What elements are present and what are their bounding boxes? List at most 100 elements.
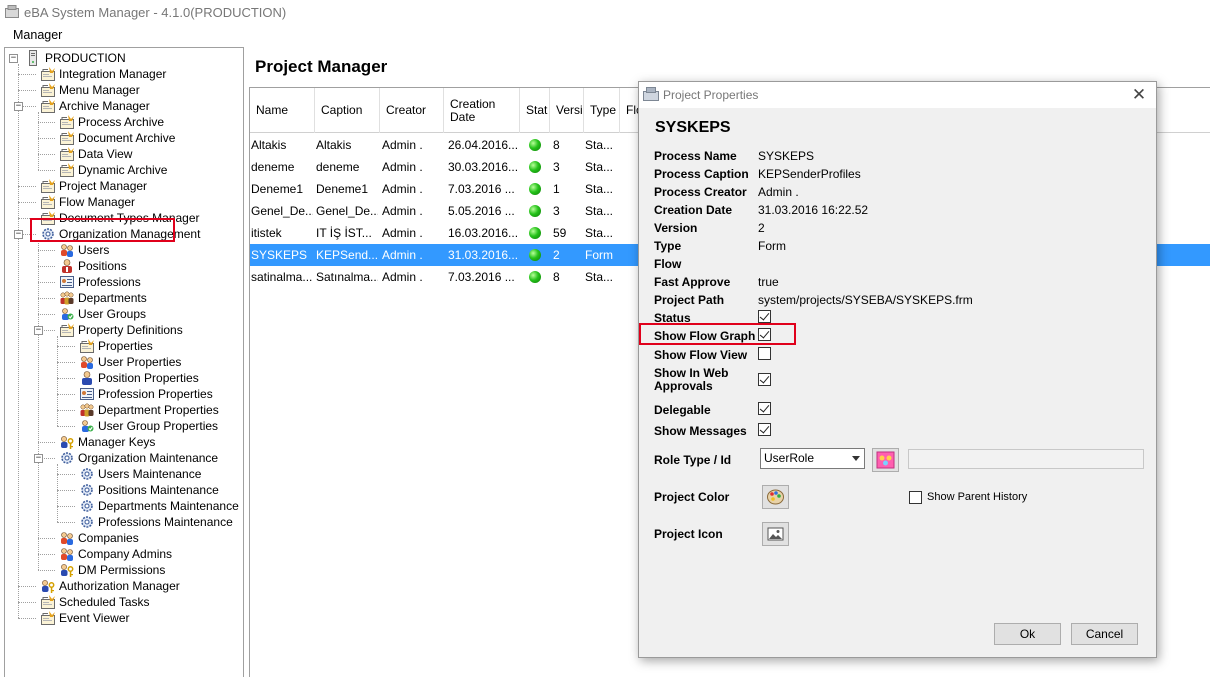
tree-item-company-admins[interactable]: Company Admins bbox=[5, 546, 243, 562]
project-color-button[interactable] bbox=[762, 485, 789, 509]
folder-icon bbox=[59, 130, 75, 146]
tree-item-project-manager[interactable]: Project Manager bbox=[5, 178, 243, 194]
collapse-icon[interactable]: − bbox=[34, 326, 43, 335]
tree-guide-line bbox=[18, 186, 36, 187]
column-header-stat[interactable]: Stat bbox=[520, 88, 550, 133]
column-header-label: Stat bbox=[526, 103, 548, 117]
tree-item-property-definitions[interactable]: − Property Definitions bbox=[5, 322, 243, 338]
tree-item-label: Document Archive bbox=[78, 131, 176, 145]
delegable-checkbox[interactable] bbox=[758, 402, 771, 415]
navigation-tree[interactable]: − PRODUCTION Integration Manager Menu Manag… bbox=[4, 47, 244, 677]
project-path-label: Project Path bbox=[654, 293, 725, 307]
tree-guide-line bbox=[38, 170, 55, 171]
tree-item-document-archive[interactable]: Document Archive bbox=[5, 130, 243, 146]
tree-item-flow-manager[interactable]: Flow Manager bbox=[5, 194, 243, 210]
column-header-name[interactable]: Name bbox=[250, 88, 315, 133]
cell-creator: Admin . bbox=[382, 160, 423, 174]
tree-item-label: Departments Maintenance bbox=[98, 499, 239, 513]
tree-guide-line bbox=[38, 122, 55, 123]
users-icon bbox=[59, 530, 75, 546]
tree-root[interactable]: − PRODUCTION bbox=[5, 50, 243, 66]
cell-creator: Admin . bbox=[382, 182, 423, 196]
tree-item-manager-keys[interactable]: Manager Keys bbox=[5, 434, 243, 450]
collapse-icon[interactable]: − bbox=[14, 230, 23, 239]
column-header-caption[interactable]: Caption bbox=[315, 88, 380, 133]
tree-item-properties[interactable]: Properties bbox=[5, 338, 243, 354]
folder-icon bbox=[59, 162, 75, 178]
column-header-versi[interactable]: Versi bbox=[550, 88, 584, 133]
collapse-icon[interactable]: − bbox=[9, 54, 18, 63]
status-green-icon bbox=[529, 249, 541, 261]
cell-version: 3 bbox=[553, 204, 560, 218]
tree-item-label: Manager Keys bbox=[78, 435, 156, 449]
process-creator-label: Process Creator bbox=[654, 185, 747, 199]
tree-item-department-properties[interactable]: Department Properties bbox=[5, 402, 243, 418]
ok-button[interactable]: Ok bbox=[994, 623, 1061, 645]
collapse-icon[interactable]: − bbox=[14, 102, 23, 111]
tree-item-users-maintenance[interactable]: Users Maintenance bbox=[5, 466, 243, 482]
tree-item-integration-manager[interactable]: Integration Manager bbox=[5, 66, 243, 82]
tree-item-archive-manager[interactable]: − Archive Manager bbox=[5, 98, 243, 114]
close-icon[interactable]: ✕ bbox=[1130, 85, 1148, 105]
key-icon bbox=[40, 578, 56, 594]
column-header-creator[interactable]: Creator bbox=[380, 88, 444, 133]
status-checkbox[interactable] bbox=[758, 310, 771, 323]
creation-date-label: Creation Date bbox=[654, 203, 733, 217]
tree-item-user-properties[interactable]: User Properties bbox=[5, 354, 243, 370]
status-green-icon bbox=[529, 205, 541, 217]
tree-item-label: Authorization Manager bbox=[59, 579, 180, 593]
tree-item-organization-maintenance[interactable]: − Organization Maintenance bbox=[5, 450, 243, 466]
tree-guide-line bbox=[38, 138, 55, 139]
show-flow-view-checkbox[interactable] bbox=[758, 347, 771, 360]
tree-item-authorization-manager[interactable]: Authorization Manager bbox=[5, 578, 243, 594]
tree-guide-line bbox=[18, 74, 36, 75]
role-id-input[interactable] bbox=[908, 449, 1144, 469]
tree-item-positions-maintenance[interactable]: Positions Maintenance bbox=[5, 482, 243, 498]
tree-item-data-view[interactable]: Data View bbox=[5, 146, 243, 162]
tree-item-dm-permissions[interactable]: DM Permissions bbox=[5, 562, 243, 578]
tree-item-departments-maintenance[interactable]: Departments Maintenance bbox=[5, 498, 243, 514]
tree-item-positions[interactable]: Positions bbox=[5, 258, 243, 274]
tree-item-companies[interactable]: Companies bbox=[5, 530, 243, 546]
tree-item-label: Departments bbox=[78, 291, 147, 305]
tree-guide-line bbox=[38, 442, 55, 443]
role-picker-icon bbox=[876, 451, 895, 469]
role-type-select[interactable]: UserRole bbox=[760, 448, 865, 469]
column-header-type[interactable]: Type bbox=[584, 88, 620, 133]
menu-manager[interactable]: Manager bbox=[13, 28, 62, 42]
show-in-web-approvals-checkbox[interactable] bbox=[758, 373, 771, 386]
tree-item-process-archive[interactable]: Process Archive bbox=[5, 114, 243, 130]
role-picker-button[interactable] bbox=[872, 448, 899, 472]
cancel-button[interactable]: Cancel bbox=[1071, 623, 1138, 645]
tree-item-professions-maintenance[interactable]: Professions Maintenance bbox=[5, 514, 243, 530]
cell-name: deneme bbox=[251, 160, 295, 174]
tree-item-dynamic-archive[interactable]: Dynamic Archive bbox=[5, 162, 243, 178]
cell-caption: Genel_De... bbox=[316, 204, 378, 218]
tree-item-label: Company Admins bbox=[78, 547, 173, 561]
cell-name: Altakis bbox=[251, 138, 287, 152]
tree-item-label: DM Permissions bbox=[78, 563, 166, 577]
cell-caption: Satınalma... bbox=[316, 270, 378, 284]
project-icon-button[interactable] bbox=[762, 522, 789, 546]
collapse-icon[interactable]: − bbox=[34, 454, 43, 463]
cell-type: Sta... bbox=[585, 270, 614, 284]
title-bar: eBA System Manager - 4.1.0(PRODUCTION) bbox=[0, 0, 1210, 24]
tree-item-scheduled-tasks[interactable]: Scheduled Tasks bbox=[5, 594, 243, 610]
show-messages-checkbox[interactable] bbox=[758, 423, 771, 436]
tree-item-position-properties[interactable]: Position Properties bbox=[5, 370, 243, 386]
cell-name: SYSKEPS bbox=[251, 248, 308, 262]
tree-item-profession-properties[interactable]: Profession Properties bbox=[5, 386, 243, 402]
column-header-creation-date[interactable]: Creation Date bbox=[444, 88, 520, 133]
cell-name: Deneme1 bbox=[251, 182, 304, 196]
tree-item-user-group-properties[interactable]: User Group Properties bbox=[5, 418, 243, 434]
status-green-icon bbox=[529, 183, 541, 195]
tree-item-departments[interactable]: Departments bbox=[5, 290, 243, 306]
cell-type: Form bbox=[585, 248, 613, 262]
tree-item-professions[interactable]: Professions bbox=[5, 274, 243, 290]
tree-item-event-viewer[interactable]: Event Viewer bbox=[5, 610, 243, 626]
tree-item-menu-manager[interactable]: Menu Manager bbox=[5, 82, 243, 98]
tree-item-user-groups[interactable]: User Groups bbox=[5, 306, 243, 322]
show-parent-history-checkbox[interactable] bbox=[909, 491, 922, 504]
tree-item-users[interactable]: Users bbox=[5, 242, 243, 258]
tree-item-label: Flow Manager bbox=[59, 195, 136, 209]
